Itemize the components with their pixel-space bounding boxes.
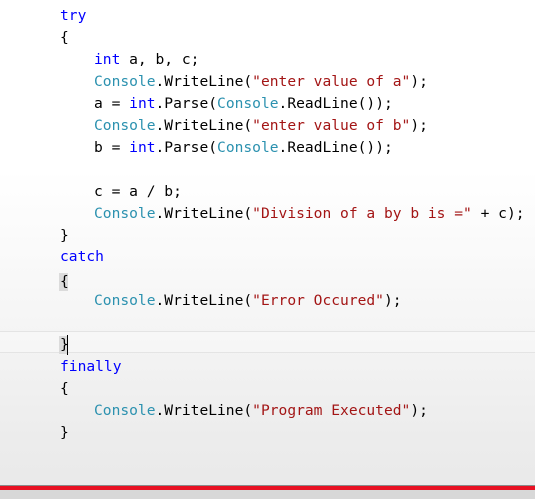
bottom-strip xyxy=(0,490,535,499)
code-token: .Parse( xyxy=(155,95,218,112)
type-token: Console xyxy=(217,139,279,156)
code-token: { xyxy=(60,29,69,46)
keyword-token: try xyxy=(60,7,87,24)
code-token: a = xyxy=(94,95,130,112)
code-line-finally-close-brace[interactable]: } xyxy=(0,422,535,444)
type-token: Console xyxy=(94,402,156,419)
code-token: ); xyxy=(410,73,428,90)
keyword-token: finally xyxy=(60,358,122,375)
type-token: Console xyxy=(94,73,156,90)
code-line-print-error[interactable]: Console.WriteLine("Error Occured"); xyxy=(0,290,535,312)
code-line-blank[interactable] xyxy=(0,312,535,334)
string-token: "enter value of a" xyxy=(252,73,411,90)
code-line-try[interactable]: try xyxy=(0,5,535,27)
code-token: .WriteLine( xyxy=(155,73,253,90)
code-line-finally-open-brace[interactable]: { xyxy=(0,378,535,400)
code-line-prompt-a[interactable]: Console.WriteLine("enter value of a"); xyxy=(0,71,535,93)
code-line-catch[interactable]: catch xyxy=(0,246,535,268)
code-line-print-executed[interactable]: Console.WriteLine("Program Executed"); xyxy=(0,400,535,422)
code-line-declare-vars[interactable]: int a, b, c; xyxy=(0,49,535,71)
code-line-parse-a[interactable]: a = int.Parse(Console.ReadLine()); xyxy=(0,93,535,115)
code-editor[interactable]: try { int a, b, c; Console.WriteLine("en… xyxy=(0,0,535,499)
code-token: } xyxy=(60,424,69,441)
string-token: "enter value of b" xyxy=(252,117,411,134)
code-line-divide[interactable]: c = a / b; xyxy=(0,181,535,203)
code-token: .WriteLine( xyxy=(155,402,253,419)
code-line-try-open-brace[interactable]: { xyxy=(0,27,535,49)
string-token: "Division of a by b is =" xyxy=(252,205,472,222)
type-token: Console xyxy=(94,205,156,222)
code-token: .Parse( xyxy=(155,139,218,156)
code-token: { xyxy=(60,380,69,397)
code-line-blank[interactable] xyxy=(0,159,535,181)
code-line-catch-close-brace[interactable]: } xyxy=(0,334,535,356)
keyword-token: int xyxy=(94,51,121,68)
code-token: .ReadLine()); xyxy=(278,95,393,112)
code-token: .WriteLine( xyxy=(155,117,253,134)
code-token: .ReadLine()); xyxy=(278,139,393,156)
code-token: } xyxy=(60,227,69,244)
code-token: .WriteLine( xyxy=(155,205,253,222)
code-token: ); xyxy=(410,117,428,134)
string-token: "Error Occured" xyxy=(252,292,384,309)
code-token: b = xyxy=(94,139,130,156)
code-line-finally[interactable]: finally xyxy=(0,356,535,378)
code-token: a, b, c; xyxy=(120,51,200,68)
code-token: + c); xyxy=(471,205,525,222)
string-token: "Program Executed" xyxy=(252,402,411,419)
code-token: ); xyxy=(410,402,428,419)
code-token: ); xyxy=(383,292,402,309)
keyword-token: int xyxy=(129,95,156,112)
keyword-token: int xyxy=(129,139,156,156)
text-caret xyxy=(67,335,68,355)
code-line-try-close-brace[interactable]: } xyxy=(0,225,535,247)
keyword-token: catch xyxy=(60,248,104,265)
code-line-prompt-b[interactable]: Console.WriteLine("enter value of b"); xyxy=(0,115,535,137)
code-line-parse-b[interactable]: b = int.Parse(Console.ReadLine()); xyxy=(0,137,535,159)
code-token: .WriteLine( xyxy=(155,292,253,309)
type-token: Console xyxy=(94,117,156,134)
code-token: c = a / b; xyxy=(94,183,182,200)
type-token: Console xyxy=(94,292,156,309)
code-line-print-result[interactable]: Console.WriteLine("Division of a by b is… xyxy=(0,203,535,225)
type-token: Console xyxy=(217,95,279,112)
